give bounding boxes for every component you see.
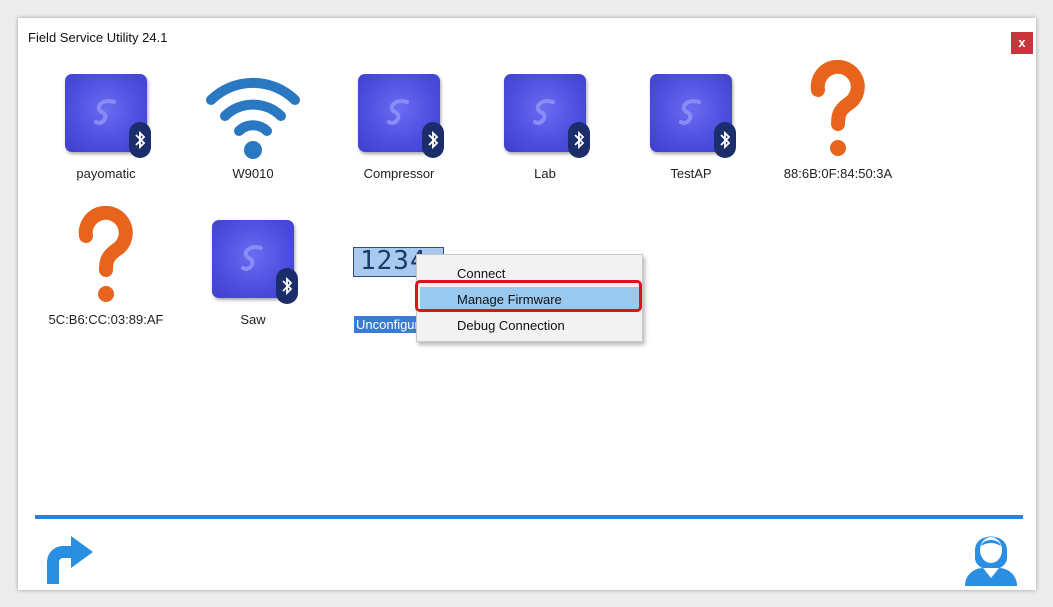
device-label: TestAP (670, 166, 712, 181)
device-unknown-1[interactable]: 88:6B:0F:84:50:3A (763, 59, 913, 181)
footer-divider (35, 515, 1023, 519)
close-button[interactable]: x (1011, 32, 1033, 54)
device-testap[interactable]: TestAP (616, 60, 766, 181)
device-w9010[interactable]: W9010 (178, 60, 328, 181)
support-agent-icon[interactable] (961, 524, 1021, 586)
device-bluetooth-icon (203, 206, 303, 306)
unknown-question-icon (788, 59, 888, 160)
device-bluetooth-icon (349, 60, 449, 160)
device-bluetooth-icon (495, 60, 595, 160)
refresh-arrow-icon[interactable] (35, 528, 95, 588)
device-label: 88:6B:0F:84:50:3A (783, 166, 893, 181)
device-label: Compressor (363, 166, 435, 181)
device-lab[interactable]: Lab (470, 60, 620, 181)
bluetooth-icon (714, 122, 736, 158)
device-label: payomatic (76, 166, 136, 181)
app-window: Field Service Utility 24.1 x payomatic W… (18, 18, 1036, 590)
device-label: 5C:B6:CC:03:89:AF (48, 312, 164, 327)
highlight-annotation (415, 280, 642, 312)
device-payomatic[interactable]: payomatic (31, 60, 181, 181)
bluetooth-icon (129, 122, 151, 158)
device-saw[interactable]: Saw (178, 206, 328, 327)
device-label-selected[interactable]: Unconfigured (354, 316, 420, 333)
wifi-icon (203, 60, 303, 160)
bluetooth-icon (568, 122, 590, 158)
device-label: W9010 (232, 166, 274, 181)
device-label: Lab (534, 166, 556, 181)
bluetooth-icon (422, 122, 444, 158)
bluetooth-icon (276, 268, 298, 304)
menu-item-debug-connection[interactable]: Debug Connection (420, 313, 639, 338)
device-bluetooth-icon (641, 60, 741, 160)
device-unknown-2[interactable]: 5C:B6:CC:03:89:AF (31, 205, 181, 327)
device-label: Saw (240, 312, 266, 327)
device-bluetooth-icon (56, 60, 156, 160)
unknown-question-icon (56, 205, 156, 306)
window-title: Field Service Utility 24.1 (28, 30, 168, 45)
device-compressor[interactable]: Compressor (324, 60, 474, 181)
